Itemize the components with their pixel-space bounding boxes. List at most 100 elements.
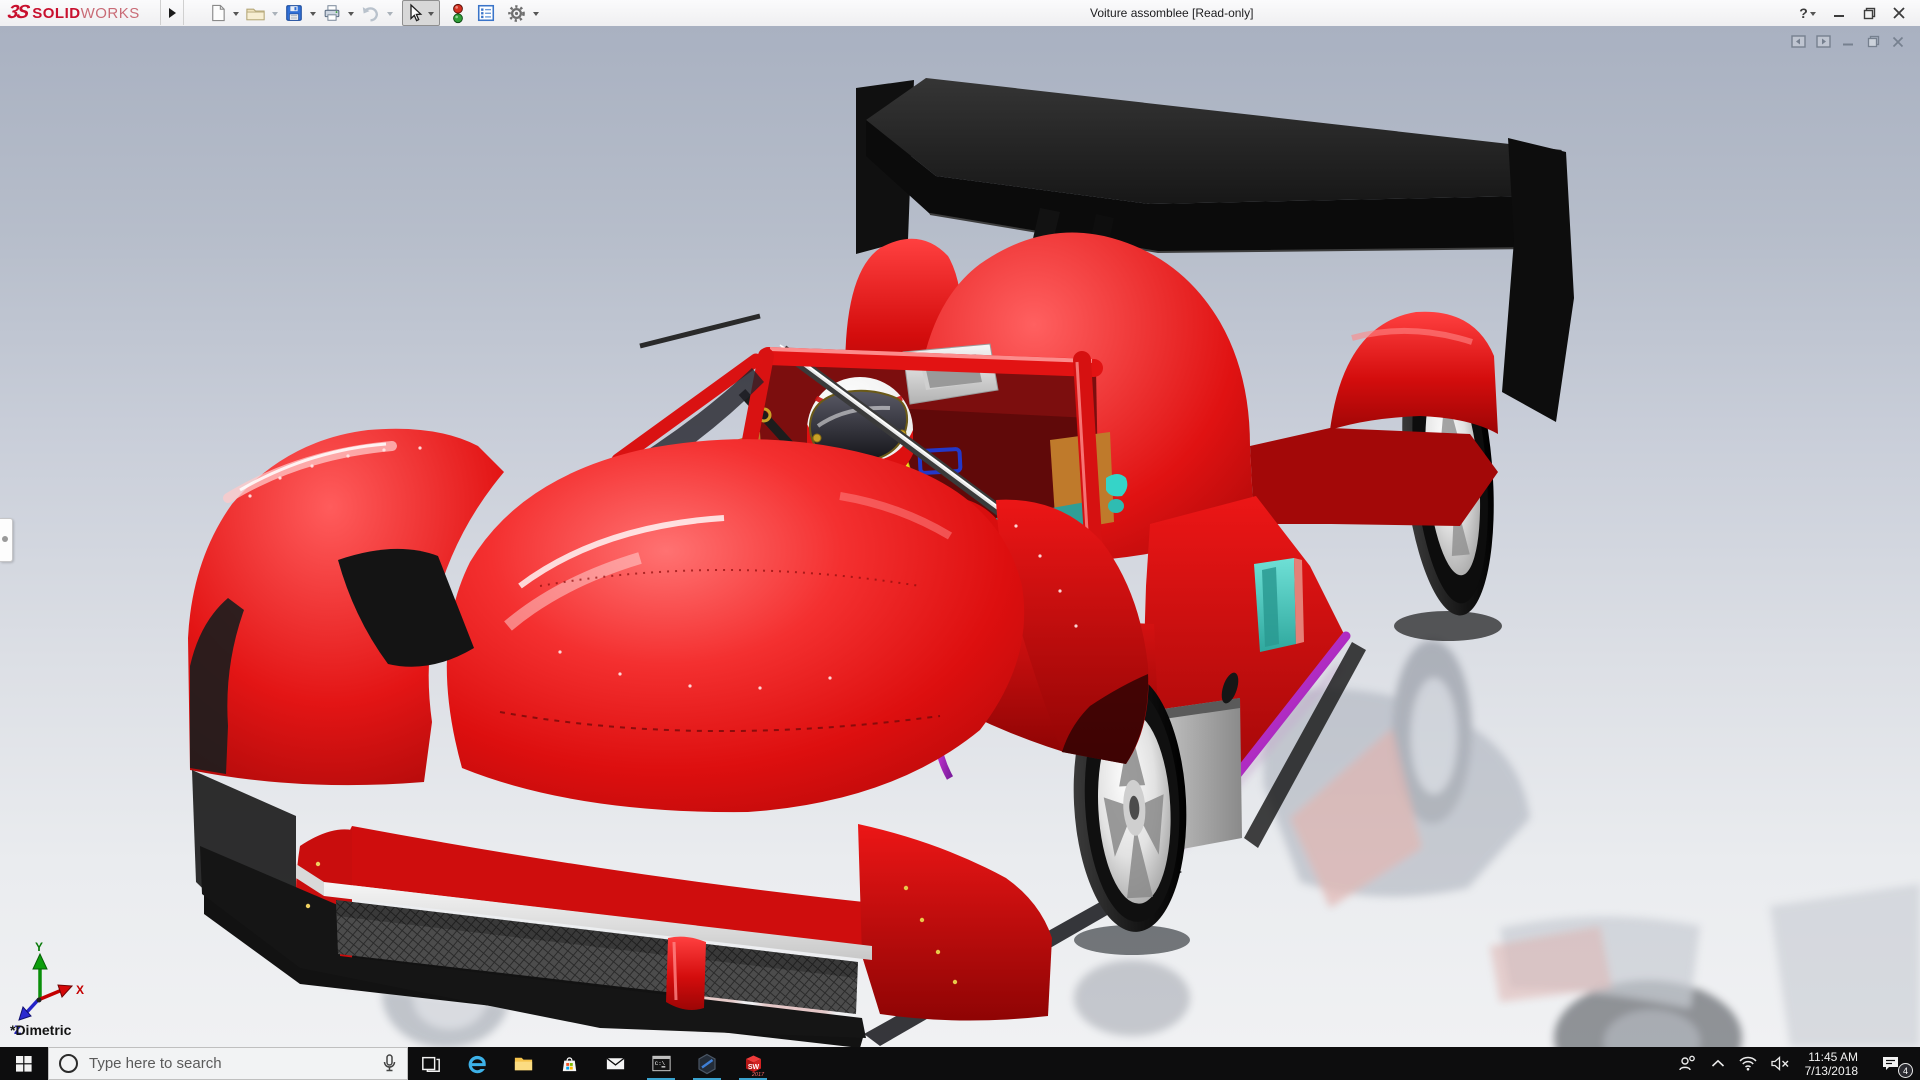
minimize-button[interactable]	[1826, 1, 1852, 25]
file-explorer-icon	[512, 1052, 535, 1075]
tray-overflow-button[interactable]	[1704, 1047, 1732, 1080]
volume-muted-icon	[1771, 1056, 1790, 1071]
task-view-icon	[421, 1054, 441, 1074]
taskbar-solidworks-2017[interactable]: SW 2017	[730, 1047, 776, 1080]
rebuild-button[interactable]	[449, 1, 467, 25]
select-tool-button[interactable]	[402, 0, 440, 26]
doc-close-button[interactable]	[1890, 34, 1906, 49]
task-pane-icon	[476, 3, 496, 23]
cmd-prompt-text: C:\	[654, 1060, 665, 1067]
clock-time: 11:45 AM	[1805, 1050, 1858, 1064]
doc-close-icon	[1892, 36, 1904, 48]
command-prompt-icon: C:\	[650, 1052, 673, 1075]
options-button[interactable]	[504, 1, 529, 25]
triad-y-label: Y	[35, 942, 43, 954]
open-folder-icon	[245, 3, 266, 23]
new-document-icon	[208, 3, 227, 23]
taskbar-store[interactable]	[546, 1047, 592, 1080]
window-controls: ?	[1796, 0, 1912, 26]
help-dropdown	[1810, 12, 1816, 16]
select-dropdown[interactable]	[428, 12, 434, 16]
taskbar-file-explorer[interactable]	[500, 1047, 546, 1080]
new-dropdown[interactable]	[233, 12, 239, 16]
document-window-controls	[1790, 34, 1906, 49]
doc-minimize-icon	[1842, 36, 1854, 48]
windows-taskbar: C:\ SW 2017	[0, 1047, 1920, 1080]
doc-restore-icon	[1867, 35, 1880, 48]
doc-minimize-button[interactable]	[1840, 34, 1856, 49]
open-button[interactable]	[243, 1, 268, 25]
close-button[interactable]	[1886, 1, 1912, 25]
search-input[interactable]	[87, 1054, 373, 1073]
people-icon	[1678, 1055, 1697, 1072]
dassault-3s-logo-icon: 3S	[6, 2, 30, 24]
clock-date: 7/13/2018	[1805, 1064, 1858, 1078]
notification-badge: 4	[1898, 1063, 1913, 1078]
action-center-icon	[1881, 1055, 1900, 1073]
help-button[interactable]: ?	[1796, 1, 1822, 25]
doc-restore-button[interactable]	[1865, 34, 1881, 49]
edge-icon	[465, 1052, 489, 1076]
chevron-up-icon	[1711, 1059, 1725, 1068]
print-icon	[322, 3, 342, 23]
hex-app-icon	[695, 1052, 719, 1076]
start-button[interactable]	[0, 1047, 48, 1080]
sw-icon-year: 2017	[750, 1072, 764, 1077]
print-dropdown[interactable]	[348, 12, 354, 16]
gear-icon	[506, 3, 527, 24]
close-icon	[1893, 7, 1905, 19]
pane-next-icon	[1816, 35, 1831, 48]
featuremanager-collapsed-tab[interactable]	[0, 518, 13, 562]
titlebar: 3S SOLIDWORKS	[0, 0, 1920, 27]
save-button[interactable]	[282, 1, 306, 25]
document-title: Voiture assomblee [Read-only]	[1090, 6, 1253, 20]
triad-x-label: X	[76, 983, 84, 997]
sw-icon-text: SW	[747, 1064, 759, 1071]
flyout-arrow-icon	[169, 8, 176, 18]
undo-dropdown[interactable]	[387, 12, 393, 16]
taskbar-search[interactable]	[48, 1047, 408, 1080]
solidworks-window: 3S SOLIDWORKS	[0, 0, 1920, 1080]
save-floppy-icon	[284, 3, 304, 23]
mail-icon	[604, 1052, 627, 1075]
solidworks-logo: 3S SOLIDWORKS	[8, 1, 140, 25]
options-dropdown[interactable]	[533, 12, 539, 16]
print-button[interactable]	[320, 1, 344, 25]
main-toolbar	[205, 0, 542, 26]
taskbar-mail[interactable]	[592, 1047, 638, 1080]
microphone-icon[interactable]	[382, 1054, 397, 1073]
new-document-button[interactable]	[206, 1, 229, 25]
save-dropdown[interactable]	[310, 12, 316, 16]
toolbar-flyout-button[interactable]	[160, 0, 184, 25]
taskbar-hex-app[interactable]	[684, 1047, 730, 1080]
taskbar-clock[interactable]: 11:45 AM 7/13/2018	[1797, 1050, 1866, 1078]
view-orientation-label: *Dimetric	[10, 1022, 71, 1038]
network-button[interactable]	[1732, 1047, 1764, 1080]
taskbar-command-prompt[interactable]: C:\	[638, 1047, 684, 1080]
restore-button[interactable]	[1856, 1, 1882, 25]
system-tray: 11:45 AM 7/13/2018 4	[1671, 1047, 1920, 1080]
people-button[interactable]	[1671, 1047, 1704, 1080]
task-view-button[interactable]	[408, 1047, 454, 1080]
open-dropdown[interactable]	[272, 12, 278, 16]
windows-logo-icon	[16, 1056, 32, 1072]
rebuild-traffic-light-icon	[451, 3, 465, 24]
wifi-icon	[1739, 1056, 1757, 1071]
action-center-button[interactable]: 4	[1866, 1047, 1914, 1080]
brand-bold: SOLID	[32, 5, 80, 22]
volume-button[interactable]	[1764, 1047, 1797, 1080]
pane-next-button[interactable]	[1815, 34, 1831, 49]
brand-light: WORKS	[81, 5, 140, 22]
solidworks-2017-icon: SW 2017	[741, 1051, 766, 1077]
pane-previous-button[interactable]	[1790, 34, 1806, 49]
select-cursor-icon	[405, 3, 425, 23]
taskbar-edge[interactable]	[454, 1047, 500, 1080]
undo-button[interactable]	[358, 1, 383, 25]
graphics-area[interactable]: Y X Z *Dimetric	[0, 26, 1920, 1047]
pane-previous-icon	[1791, 35, 1806, 48]
store-icon	[558, 1052, 581, 1075]
task-pane-button[interactable]	[474, 1, 498, 25]
car-render	[0, 26, 1920, 1047]
undo-icon	[360, 3, 381, 23]
restore-icon	[1863, 7, 1876, 20]
